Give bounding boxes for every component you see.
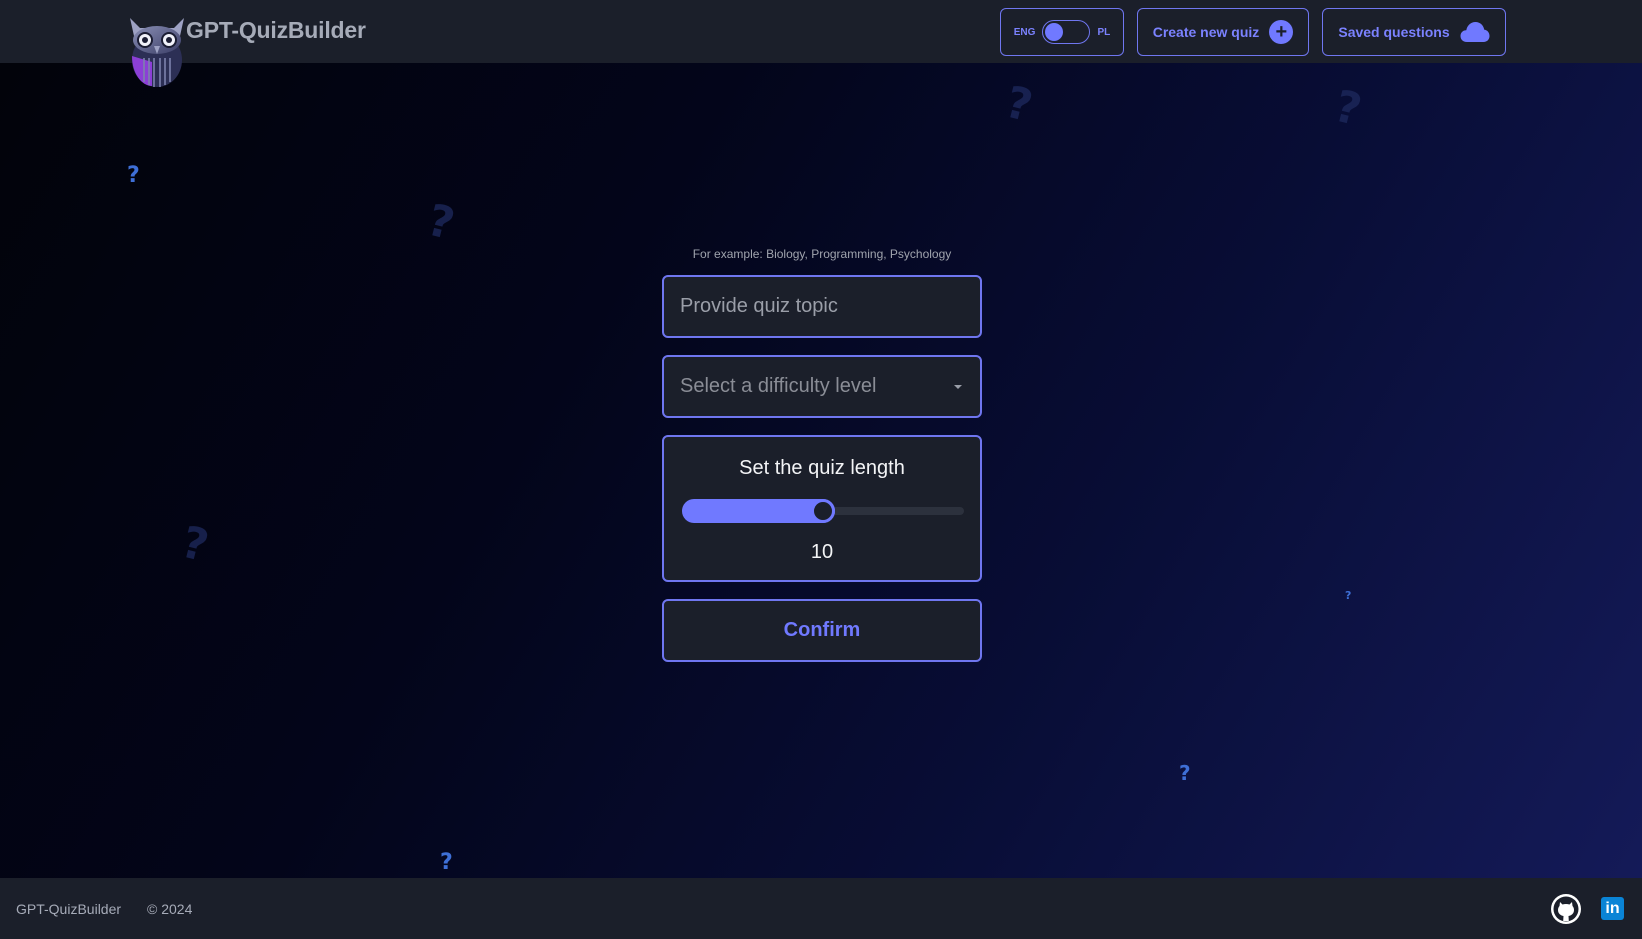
question-mark-decoration: ? (176, 516, 214, 573)
question-mark-decoration: ? (422, 194, 460, 251)
cloud-icon (1460, 22, 1490, 42)
main-area: ? ? ? ? ? ? ? ? For example: Biology, Pr… (0, 63, 1642, 878)
footer: GPT-QuizBuilder © 2024 in (0, 878, 1642, 939)
owl-logo-icon (130, 18, 184, 87)
lang-eng-label: ENG (1013, 26, 1036, 38)
difficulty-placeholder: Select a difficulty level (680, 375, 877, 397)
question-mark-decoration: ? (440, 850, 453, 875)
question-mark-decoration: ? (1000, 76, 1038, 133)
language-toggle[interactable]: ENG PL (1000, 8, 1124, 56)
question-mark-decoration: ? (1345, 589, 1352, 602)
quiz-length-value: 10 (810, 541, 834, 563)
quiz-length-title: Set the quiz length (739, 457, 905, 479)
lang-pl-label: PL (1097, 26, 1111, 38)
slider-thumb[interactable] (811, 499, 835, 523)
app-title: GPT-QuizBuilder (186, 17, 366, 43)
footer-copyright: © 2024 (147, 901, 193, 917)
footer-brand: GPT-QuizBuilder (16, 901, 122, 917)
quiz-topic-input[interactable] (662, 275, 982, 338)
caret-down-icon (954, 384, 962, 389)
saved-questions-button[interactable]: Saved questions (1322, 8, 1506, 56)
topic-hint: For example: Biology, Programming, Psych… (692, 247, 952, 261)
header: GPT-QuizBuilder ENG PL Create new quiz +… (0, 0, 1642, 63)
question-mark-decoration: ? (1329, 80, 1367, 137)
question-mark-decoration: ? (1179, 761, 1191, 785)
switch-knob (1045, 22, 1064, 41)
github-icon[interactable] (1550, 893, 1582, 925)
question-mark-decoration: ? (127, 163, 140, 188)
saved-questions-label: Saved questions (1338, 24, 1450, 40)
create-new-quiz-button[interactable]: Create new quiz + (1137, 8, 1309, 56)
quiz-length-panel: Set the quiz length 10 (662, 435, 982, 582)
difficulty-select[interactable]: Select a difficulty level (662, 355, 982, 418)
create-new-quiz-label: Create new quiz (1152, 24, 1260, 40)
confirm-button[interactable]: Confirm (662, 599, 982, 662)
lang-switch[interactable] (1042, 20, 1091, 44)
linkedin-icon[interactable]: in (1601, 897, 1624, 920)
plus-circle-icon: + (1269, 20, 1294, 44)
quiz-length-slider[interactable] (682, 499, 964, 523)
